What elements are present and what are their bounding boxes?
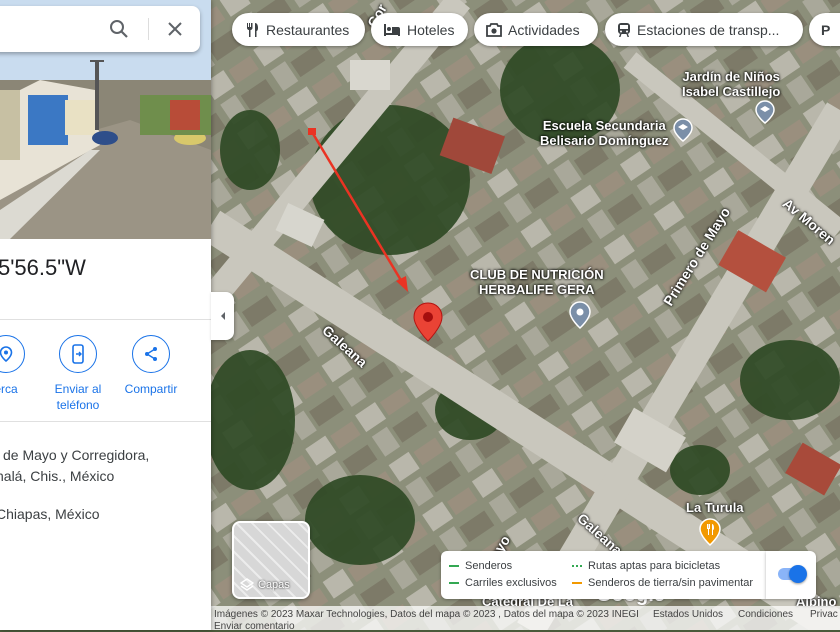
place-label-escuela[interactable]: Escuela Secundaria Belisario Domínguez [540, 118, 669, 148]
close-icon[interactable] [164, 18, 186, 40]
legend-swatch [572, 565, 582, 567]
place-label-herbalife[interactable]: CLUB DE NUTRICIÓN HERBALIFE GERA [470, 267, 604, 297]
legend-item: Senderos de tierra/sin pavimentar [572, 577, 753, 589]
place-name: La Turula [686, 500, 744, 515]
layers-button[interactable]: Capas [232, 521, 310, 599]
feedback-link[interactable]: Enviar comentario [214, 621, 295, 632]
legend-item: Rutas aptas para bicicletas [572, 560, 720, 572]
hotel-icon [384, 23, 400, 36]
share-label: Compartir [124, 382, 178, 396]
address-line: l de Mayo y Corregidora, [0, 447, 150, 463]
restaurant-icon[interactable] [699, 518, 721, 546]
legend-label: Rutas aptas para bicicletas [588, 560, 721, 572]
region-text: Chiapas, México [0, 506, 100, 522]
attribution-bar: Imágenes © 2023 Maxar Technologies, Dato… [211, 606, 840, 632]
chip-label: Restaurantes [266, 21, 350, 38]
send-to-phone-button[interactable]: Enviar al teléfono [38, 335, 118, 413]
chip-restaurantes[interactable]: Restaurantes [232, 13, 365, 46]
nearby-icon [0, 335, 25, 373]
chip-label: P [821, 21, 831, 38]
legend-item: Carriles exclusivos [449, 577, 557, 589]
share-icon [132, 335, 170, 373]
privacy-link[interactable]: Privac [810, 609, 838, 620]
share-button[interactable]: Compartir [111, 335, 191, 397]
place-name: Jardín de Niños Isabel Castillejo [682, 69, 781, 99]
search-icon[interactable] [108, 18, 130, 40]
place-panel: 5'56.5"W erca Enviar al teléfono Compart… [0, 0, 211, 630]
send-to-phone-label: Enviar al teléfono [54, 382, 102, 412]
country-link[interactable]: Estados Unidos [653, 609, 723, 620]
imagery-attribution: Imágenes © 2023 Maxar Technologies, Dato… [214, 609, 639, 620]
address-line: halá, Chis., México [0, 468, 115, 484]
pin-icon[interactable] [569, 301, 591, 329]
place-label-la-turula[interactable]: La Turula [686, 500, 744, 515]
divider [0, 421, 211, 422]
location-pin-icon[interactable] [413, 302, 443, 342]
school-icon[interactable] [673, 118, 693, 142]
coordinates-text: 5'56.5"W [0, 255, 86, 280]
chip-label: Estaciones de transp... [637, 21, 780, 38]
search-box[interactable] [0, 6, 200, 52]
legend-swatch [449, 565, 459, 567]
legend-label: Carriles exclusivos [465, 577, 557, 589]
school-icon[interactable] [755, 100, 775, 124]
camera-icon [486, 22, 502, 37]
legend-item: Senderos [449, 560, 512, 572]
legend-swatch [449, 582, 459, 584]
legend-swatch [572, 582, 582, 584]
chip-label: Actividades [508, 21, 580, 38]
legend-label: Senderos [465, 560, 513, 572]
place-label-jardin[interactable]: Jardín de Niños Isabel Castillejo [682, 69, 780, 99]
terms-link[interactable]: Condiciones [738, 609, 793, 620]
chip-estaciones[interactable]: Estaciones de transp... [605, 13, 803, 46]
bike-legend: Senderos Carriles exclusivos Rutas aptas… [441, 551, 766, 599]
chevron-left-icon [220, 312, 225, 320]
place-name: Escuela Secundaria Belisario Domínguez [540, 118, 669, 148]
place-name: CLUB DE NUTRICIÓN HERBALIFE GERA [470, 267, 604, 297]
chip-hoteles[interactable]: Hoteles [371, 13, 468, 46]
transit-icon [618, 22, 630, 37]
layers-label: Capas [258, 579, 290, 591]
toggle-switch[interactable] [778, 565, 807, 583]
send-to-phone-icon [59, 335, 97, 373]
chip-more[interactable]: P [809, 13, 840, 46]
layers-icon [240, 578, 254, 591]
collapse-panel-button[interactable] [211, 292, 234, 340]
chip-label: Hoteles [407, 21, 455, 38]
restaurant-icon [247, 22, 258, 37]
bike-layer-toggle[interactable] [766, 551, 816, 599]
legend-label: Senderos de tierra/sin pavimentar [588, 577, 754, 589]
divider [148, 18, 149, 40]
chip-actividades[interactable]: Actividades [474, 13, 598, 46]
divider [0, 319, 211, 320]
